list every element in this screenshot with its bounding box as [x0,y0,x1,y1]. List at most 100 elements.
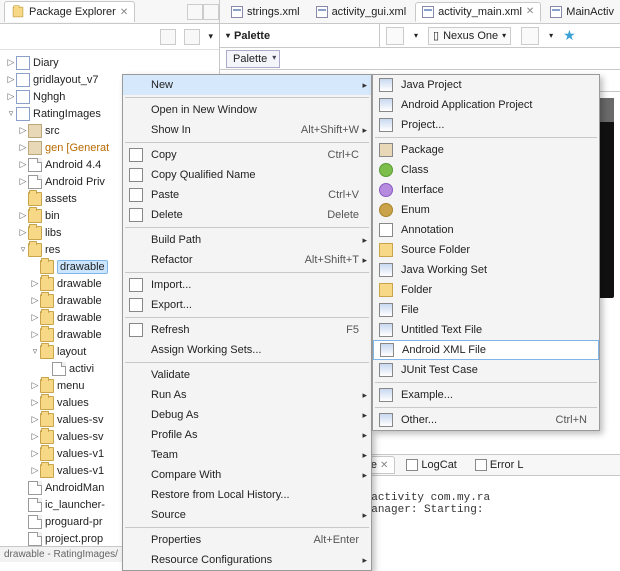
submenu-item[interactable]: Java Working Set [373,260,599,280]
twist-icon[interactable]: ▷ [6,74,16,85]
config-button[interactable] [386,27,404,45]
twist-icon[interactable]: ▷ [30,431,40,442]
context-menu-item[interactable]: Export... [123,295,371,315]
context-menu-item[interactable]: Team [123,445,371,465]
submenu-item[interactable]: Java Project [373,75,599,95]
submenu-item[interactable]: Android Application Project [373,95,599,115]
chevron-down-icon[interactable]: ▾ [226,31,230,40]
xml-file-icon [231,6,243,18]
context-menu[interactable]: New Open in New WindowShow InAlt+Shift+W C… [122,74,372,571]
maximize-icon[interactable] [203,4,219,20]
close-icon[interactable]: ✕ [380,460,388,471]
close-icon[interactable]: ✕ [526,6,534,17]
context-menu-item[interactable]: Build Path [123,230,371,250]
twist-icon[interactable]: ▷ [6,57,16,68]
submenu-item[interactable]: Untitled Text File [373,320,599,340]
editor-tab[interactable]: MainActiv [543,2,620,22]
twist-icon[interactable]: ▷ [30,329,40,340]
editor-tab[interactable]: strings.xml [224,2,307,22]
view-menu-icon[interactable]: ▾ [208,31,213,42]
context-menu-item[interactable]: Assign Working Sets... [123,340,371,360]
submenu-item[interactable]: Example... [373,385,599,405]
submenu-item[interactable]: Folder [373,280,599,300]
folder-icon [40,345,54,359]
submenu-item[interactable]: Project... [373,115,599,135]
tree-label: bin [45,210,60,222]
palette-dropdown[interactable]: Palette [226,50,280,68]
context-menu-item[interactable]: Profile As [123,425,371,445]
collapse-all-icon[interactable] [160,29,176,45]
file-icon [28,532,42,546]
device-selector[interactable]: ▯ Nexus One ▾ [428,27,511,45]
context-menu-item[interactable]: DeleteDelete [123,205,371,225]
menu-item-icon [129,323,143,337]
context-menu-item[interactable]: Validate [123,365,371,385]
submenu-item[interactable]: Interface [373,180,599,200]
twist-icon[interactable]: ▷ [30,397,40,408]
submenu-item[interactable]: Enum [373,200,599,220]
submenu-item[interactable]: File [373,300,599,320]
context-menu-item[interactable]: CopyCtrl+C [123,145,371,165]
editor-tab[interactable]: activity_gui.xml [309,2,414,22]
twist-icon[interactable]: ▷ [30,295,40,306]
bottom-tab[interactable]: Error L [468,456,531,474]
context-menu-item[interactable]: RefreshF5 [123,320,371,340]
twist-icon[interactable]: ▷ [30,448,40,459]
context-menu-item[interactable]: Restore from Local History... [123,485,371,505]
menu-item-icon [379,243,393,257]
twist-icon[interactable]: ▷ [6,91,16,102]
twist-icon[interactable]: ▷ [30,465,40,476]
submenu-item[interactable]: Other...Ctrl+N [373,410,599,430]
context-menu-item[interactable]: RefactorAlt+Shift+T [123,250,371,270]
new-submenu[interactable]: Java ProjectAndroid Application ProjectP… [372,74,600,431]
submenu-item[interactable]: Android XML File [373,340,599,360]
tree-node[interactable]: ▷Diary [4,54,219,71]
submenu-item[interactable]: Source Folder [373,240,599,260]
submenu-item[interactable]: Class [373,160,599,180]
twist-icon[interactable]: ▷ [30,278,40,289]
twist-icon[interactable]: ▿ [30,346,40,357]
context-menu-item[interactable]: Copy Qualified Name [123,165,371,185]
context-menu-item[interactable]: PropertiesAlt+Enter [123,530,371,550]
twist-icon[interactable]: ▷ [30,414,40,425]
menu-item-icon [129,278,143,292]
twist-icon[interactable]: ▿ [6,108,16,119]
context-menu-item[interactable]: Open in New Window [123,100,371,120]
package-explorer-tab[interactable]: Package Explorer ✕ [4,1,135,22]
submenu-item[interactable]: Package [373,140,599,160]
twist-icon[interactable]: ▷ [18,176,28,187]
bottom-tab[interactable]: LogCat [399,456,463,474]
submenu-item[interactable]: Annotation [373,220,599,240]
tree-label: drawable [57,312,102,324]
folder-icon [40,328,54,342]
twist-icon[interactable]: ▿ [18,244,28,255]
twist-icon[interactable]: ▷ [30,312,40,323]
twist-icon[interactable]: ▷ [18,210,28,221]
context-menu-item[interactable]: Source [123,505,371,525]
context-menu-item[interactable]: Debug As [123,405,371,425]
menu-item-icon [129,188,143,202]
minimize-icon[interactable] [187,4,203,20]
context-menu-item[interactable]: Resource Configurations [123,550,371,570]
folder-icon [40,294,54,308]
context-menu-item[interactable]: PasteCtrl+V [123,185,371,205]
menu-item-label: Compare With [151,469,221,481]
context-menu-item[interactable]: New [123,75,371,95]
twist-icon[interactable]: ▷ [18,125,28,136]
context-menu-item[interactable]: Import... [123,275,371,295]
context-menu-item[interactable]: Compare With [123,465,371,485]
link-editor-icon[interactable] [184,29,200,45]
twist-icon[interactable]: ▷ [30,380,40,391]
twist-icon[interactable]: ▷ [18,142,28,153]
close-icon[interactable]: ✕ [120,7,128,18]
context-menu-item[interactable]: Show InAlt+Shift+W [123,120,371,140]
twist-icon[interactable]: ▷ [18,159,28,170]
star-icon[interactable]: ★ [563,27,576,44]
editor-tab[interactable]: activity_main.xml✕ [415,2,541,22]
orientation-button[interactable] [521,27,539,45]
twist-icon[interactable]: ▷ [18,227,28,238]
menu-item-label: Android XML File [402,344,486,356]
submenu-item[interactable]: JUnit Test Case [373,360,599,380]
context-menu-item[interactable]: Run As [123,385,371,405]
menu-shortcut: Alt+Enter [313,534,359,546]
